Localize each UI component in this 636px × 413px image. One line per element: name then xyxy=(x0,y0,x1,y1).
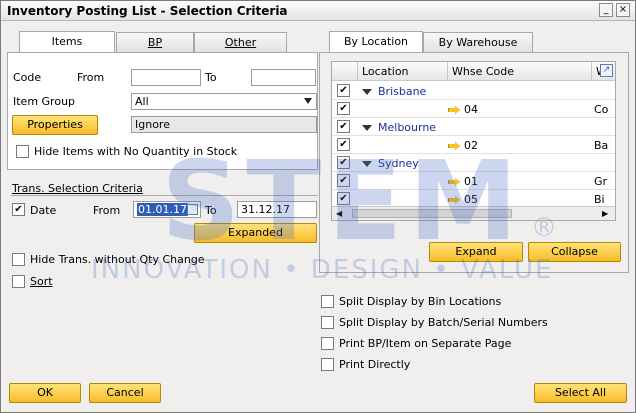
section-divider xyxy=(11,195,318,196)
location-cell: Brisbane xyxy=(378,85,427,98)
date-from-label: From xyxy=(93,204,121,217)
collapse-triangle-icon[interactable] xyxy=(362,125,372,131)
date-from-value: 01.01.17 xyxy=(137,203,188,216)
chevron-down-icon xyxy=(304,98,312,104)
link-arrow-icon[interactable] xyxy=(448,106,460,114)
grid-header-check xyxy=(332,62,358,81)
hide-trans-label: Hide Trans. without Qty Change xyxy=(30,253,205,266)
link-arrow-icon[interactable] xyxy=(448,196,460,204)
date-checkbox[interactable]: ✔ xyxy=(12,203,25,216)
code-label: Code xyxy=(13,71,42,84)
cancel-button[interactable]: Cancel xyxy=(89,383,161,403)
select-all-button[interactable]: Select All xyxy=(534,383,627,403)
collapse-button[interactable]: Collapse xyxy=(528,242,621,262)
grid-header-location[interactable]: Location xyxy=(358,62,448,81)
hide-no-qty-checkbox[interactable] xyxy=(16,145,29,158)
horizontal-scrollbar[interactable]: ◀ ▶ xyxy=(332,206,615,220)
properties-value: Ignore xyxy=(131,116,317,133)
print-separate-checkbox[interactable] xyxy=(321,337,334,350)
scroll-left-icon[interactable]: ◀ xyxy=(336,209,342,218)
whse-name-cell: Gr xyxy=(594,175,608,188)
grid-header-whse-code[interactable]: Whse Code xyxy=(448,62,592,81)
collapse-triangle-icon[interactable] xyxy=(362,89,372,95)
link-arrow-icon[interactable] xyxy=(448,142,460,150)
dialog-window: Inventory Posting List - Selection Crite… xyxy=(0,0,636,413)
calendar-icon[interactable] xyxy=(187,204,198,215)
scroll-right-icon[interactable]: ▶ xyxy=(602,209,608,218)
whse-code-cell: 04 xyxy=(464,103,478,116)
hide-no-qty-label: Hide Items with No Quantity in Stock xyxy=(34,145,238,158)
table-row[interactable]: ✔ Brisbane xyxy=(332,83,615,100)
link-arrow-icon[interactable] xyxy=(448,178,460,186)
item-group-select[interactable]: All xyxy=(131,93,317,110)
row-checkbox[interactable]: ✔ xyxy=(337,138,350,151)
code-to-input[interactable] xyxy=(251,69,316,86)
row-checkbox[interactable]: ✔ xyxy=(337,102,350,115)
expand-grid-icon[interactable]: ↗ xyxy=(600,64,613,77)
row-checkbox[interactable]: ✔ xyxy=(337,120,350,133)
print-separate-label: Print BP/Item on Separate Page xyxy=(339,337,512,350)
close-button[interactable]: × xyxy=(616,3,630,17)
ok-button[interactable]: OK xyxy=(9,383,81,403)
code-to-label: To xyxy=(205,71,217,84)
split-batch-label: Split Display by Batch/Serial Numbers xyxy=(339,316,548,329)
whse-name-cell: Bi xyxy=(594,193,605,206)
whse-code-cell: 05 xyxy=(464,193,478,206)
minimize-button[interactable]: _ xyxy=(599,3,613,17)
print-directly-label: Print Directly xyxy=(339,358,411,371)
window-title: Inventory Posting List - Selection Crite… xyxy=(7,4,288,18)
table-row[interactable]: ✔ Melbourne xyxy=(332,119,615,136)
hide-trans-checkbox[interactable] xyxy=(12,253,25,266)
whse-code-cell: 01 xyxy=(464,175,478,188)
tab-by-location[interactable]: By Location xyxy=(329,31,423,53)
location-cell: Melbourne xyxy=(378,121,437,134)
table-row[interactable]: ✔ 04 Co xyxy=(332,101,615,118)
location-cell: Sydney xyxy=(378,157,419,170)
row-checkbox[interactable]: ✔ xyxy=(337,156,350,169)
expanded-button[interactable]: Expanded xyxy=(194,223,317,243)
tab-by-warehouse[interactable]: By Warehouse xyxy=(423,32,533,52)
row-checkbox[interactable]: ✔ xyxy=(337,84,350,97)
table-row[interactable]: ✔ 02 Ba xyxy=(332,137,615,154)
collapse-triangle-icon[interactable] xyxy=(362,161,372,167)
split-bin-label: Split Display by Bin Locations xyxy=(339,295,502,308)
title-bar[interactable]: Inventory Posting List - Selection Crite… xyxy=(1,1,635,21)
tab-other[interactable]: Other xyxy=(194,32,287,52)
date-label: Date xyxy=(30,204,57,217)
split-batch-checkbox[interactable] xyxy=(321,316,334,329)
date-to-input[interactable]: 31.12.17 xyxy=(237,201,317,218)
tab-bp[interactable]: BP xyxy=(116,32,194,52)
sort-checkbox[interactable] xyxy=(12,275,25,288)
print-directly-checkbox[interactable] xyxy=(321,358,334,371)
location-grid: Location Whse Code W ✔ Brisbane ✔ 04 Co … xyxy=(331,61,616,221)
whse-code-cell: 02 xyxy=(464,139,478,152)
code-from-input[interactable] xyxy=(131,69,201,86)
date-to-label: To xyxy=(205,204,217,217)
expand-button[interactable]: Expand xyxy=(429,242,523,262)
sort-label: Sort xyxy=(30,275,53,288)
trans-section-heading: Trans. Selection Criteria xyxy=(12,182,143,195)
row-checkbox[interactable]: ✔ xyxy=(337,192,350,205)
tab-items[interactable]: Items xyxy=(19,31,115,53)
table-row[interactable]: ✔ 01 Gr xyxy=(332,173,615,190)
date-from-input[interactable]: 01.01.17 xyxy=(133,201,201,218)
item-group-value: All xyxy=(135,95,149,108)
scrollbar-thumb[interactable] xyxy=(352,209,512,218)
whse-name-cell: Co xyxy=(594,103,609,116)
code-from-label: From xyxy=(77,71,105,84)
properties-button[interactable]: Properties xyxy=(12,115,98,135)
whse-name-cell: Ba xyxy=(594,139,609,152)
item-group-label: Item Group xyxy=(13,95,76,108)
split-bin-checkbox[interactable] xyxy=(321,295,334,308)
row-checkbox[interactable]: ✔ xyxy=(337,174,350,187)
table-row[interactable]: ✔ Sydney xyxy=(332,155,615,172)
